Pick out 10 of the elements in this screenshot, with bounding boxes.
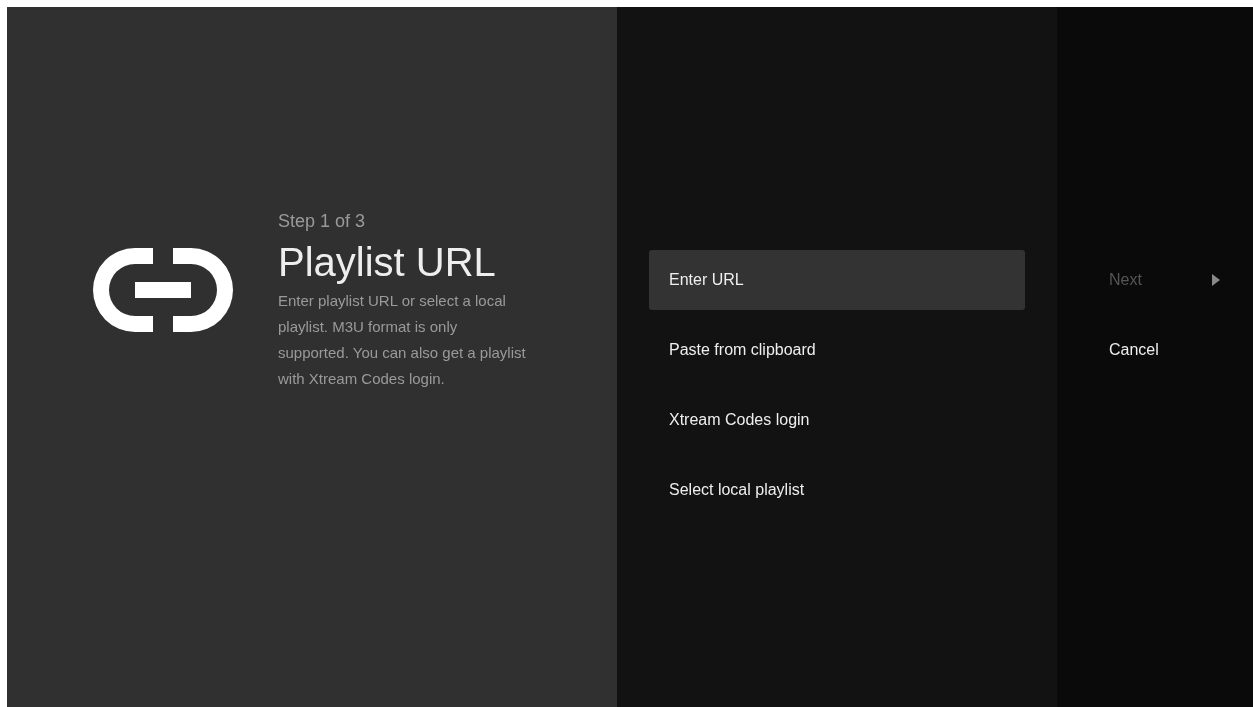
step-counter: Step 1 of 3 <box>278 210 367 232</box>
action-item[interactable]: Enter URL <box>649 250 1025 310</box>
description: Enter playlist URL or select a local playlist. M3U format is only supported. You can also get a playlist with Xtream Codes login. <box>278 291 527 389</box>
action-item[interactable]: Select local playlist <box>649 460 1025 520</box>
action-item[interactable]: Paste from clipboard <box>649 320 1025 380</box>
action-item[interactable]: Xtream Codes login <box>649 390 1025 450</box>
page-title: Playlist URL <box>278 239 497 286</box>
cancel-button[interactable]: Cancel <box>1101 320 1167 380</box>
link-icon <box>93 248 233 332</box>
play-arrow-icon <box>1211 274 1220 286</box>
